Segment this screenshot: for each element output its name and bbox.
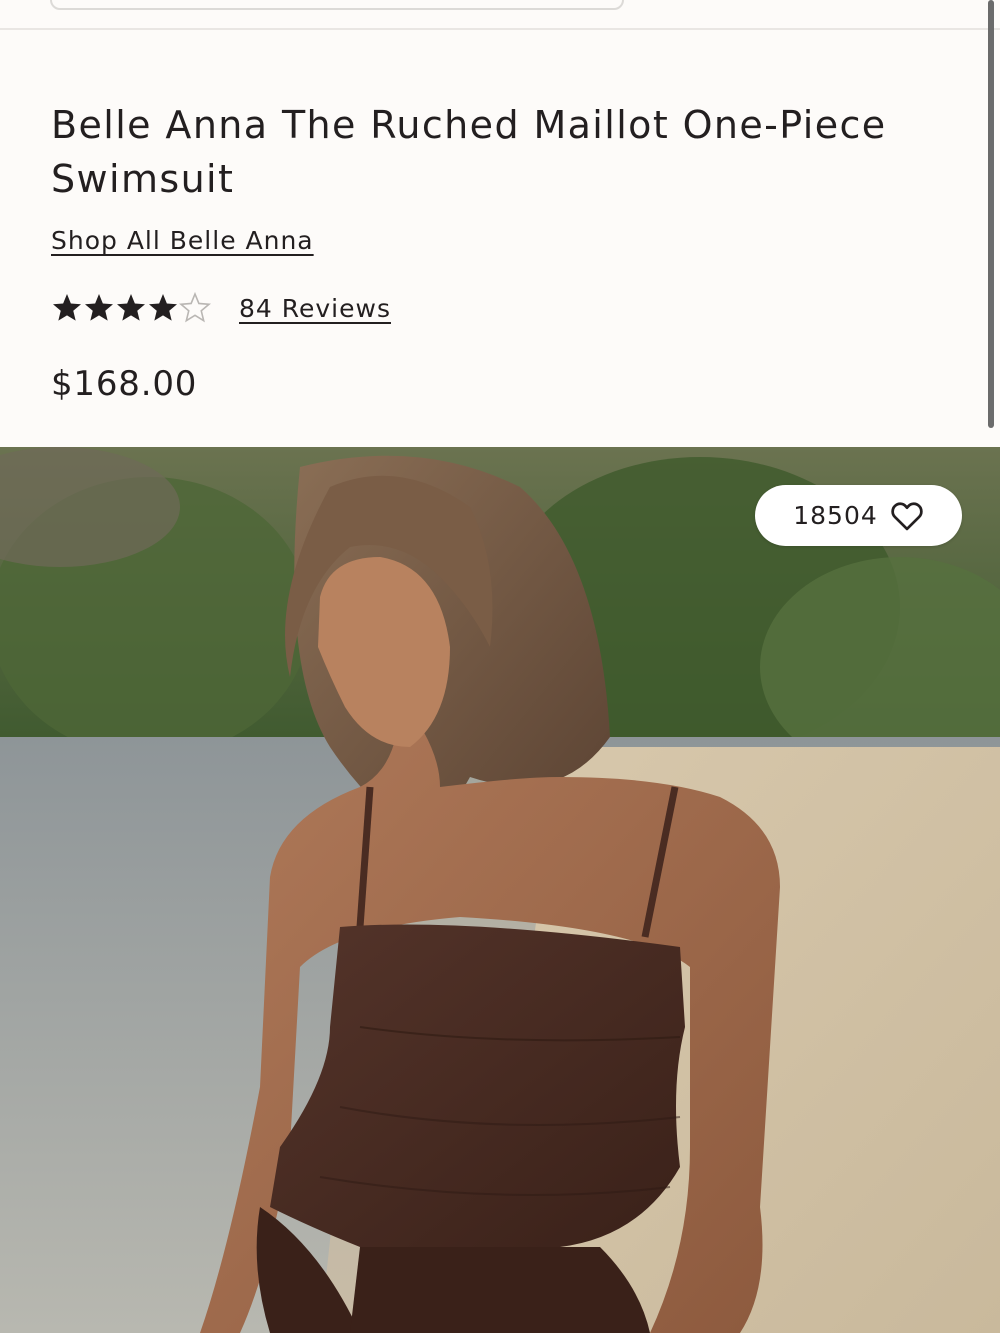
star-filled-icon [85,294,113,321]
header-divider [0,28,1000,30]
shop-brand-link[interactable]: Shop All Belle Anna [51,226,314,255]
product-image[interactable] [0,447,1000,1333]
reviews-link[interactable]: 84 Reviews [239,294,391,323]
rating-stars[interactable] [51,292,211,324]
wishlist-count: 18504 [793,501,878,530]
wishlist-button[interactable]: 18504 [755,485,962,546]
product-photo [0,447,1000,1333]
star-filled-icon [53,294,81,321]
star-filled-icon [117,294,145,321]
product-price: $168.00 [51,364,198,404]
search-bar[interactable] [50,0,624,10]
product-page: Belle Anna The Ruched Maillot One-Piece … [0,0,1000,1333]
star-filled-icon [149,294,177,321]
star-outline-icon [179,292,211,323]
heart-outline-icon [891,501,923,530]
scrollbar[interactable] [988,0,994,428]
rating-row: 84 Reviews [51,290,391,326]
product-title: Belle Anna The Ruched Maillot One-Piece … [51,103,887,201]
